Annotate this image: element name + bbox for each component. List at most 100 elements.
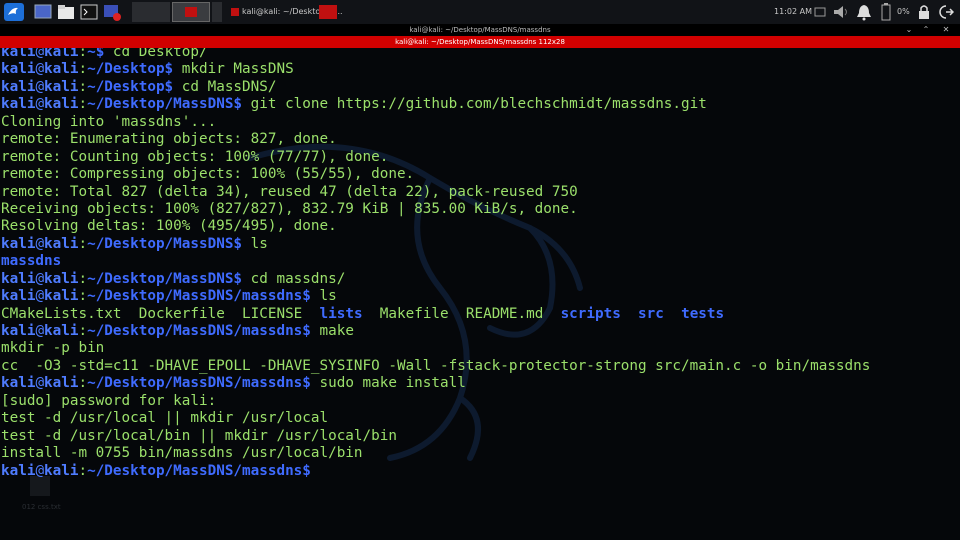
prompt-host: kali (44, 61, 79, 78)
workspace-1[interactable] (132, 2, 170, 22)
prompt-user: kali (1, 462, 36, 479)
prompt-colon: : (78, 78, 88, 95)
prompt-at: @ (35, 48, 45, 60)
ls-directory: src (638, 305, 664, 322)
output-line: install -m 0755 bin/massdns /usr/local/b… (1, 445, 870, 462)
prompt-at: @ (35, 235, 45, 252)
ls-file: Dockerfile (138, 305, 225, 322)
prompt-at: @ (35, 270, 45, 287)
prompt-user: kali (1, 235, 36, 252)
screen-icon[interactable] (813, 2, 827, 22)
ls-directory: scripts (560, 305, 621, 322)
output-text: test -d /usr/local || mkdir /usr/local (1, 410, 329, 427)
desktop-file-label: 012 css.txt (22, 503, 61, 511)
logout-icon[interactable] (938, 2, 955, 22)
output-line: Cloning into 'massdns'... (1, 114, 870, 131)
command-text: ls (242, 235, 268, 252)
kali-menu-icon[interactable] (3, 2, 25, 22)
prompt-at: @ (35, 375, 45, 392)
workspace-2[interactable] (172, 2, 210, 22)
window-title: kali@kali: ~/Desktop/MassDNS/massdns (409, 26, 551, 34)
prompt-colon: : (78, 61, 88, 78)
command-text: mkdir MassDNS (173, 61, 294, 78)
terminal[interactable]: 012 css.txt kali@kali:~$ cd Desktop/kali… (0, 48, 960, 540)
lock-icon[interactable] (917, 2, 931, 22)
prompt-colon: : (78, 270, 88, 287)
prompt-path: ~/Desktop/MassDNS/massdns$ (87, 462, 311, 479)
prompt-line: kali@kali:~/Desktop/MassDNS/massdns$ ls (1, 288, 870, 305)
prompt-at: @ (35, 96, 45, 113)
clock[interactable]: 11:02 AM (774, 0, 812, 24)
prompt-host: kali (44, 375, 79, 392)
prompt-user: kali (1, 48, 36, 60)
ls-file: LICENSE (242, 305, 303, 322)
output-line: Resolving deltas: 100% (495/495), done. (1, 218, 870, 235)
prompt-host: kali (44, 462, 79, 479)
output-line: remote: Counting objects: 100% (77/77), … (1, 149, 870, 166)
ls-file: README.md (465, 305, 544, 322)
volume-icon[interactable] (831, 2, 853, 22)
prompt-line: kali@kali:~/Desktop/MassDNS/massdns$ (1, 463, 870, 480)
output-text: [sudo] password for kali: (1, 392, 217, 409)
prompt-path: ~/Desktop/MassDNS/massdns$ (87, 288, 311, 305)
prompt-host: kali (44, 270, 79, 287)
output-text: Receiving objects: 100% (827/827), 832.7… (1, 200, 578, 217)
prompt-line: kali@kali:~$ cd Desktop/ (1, 48, 870, 61)
prompt-line: kali@kali:~/Desktop/MassDNS$ ls (1, 236, 870, 253)
ls-directory: massdns (1, 253, 62, 270)
command-text: sudo make install (310, 375, 466, 392)
prompt-host: kali (44, 288, 79, 305)
prompt-host: kali (44, 235, 79, 252)
command-text: ls (310, 288, 337, 305)
output-line: mkdir -p bin (1, 340, 870, 357)
output-text: test -d /usr/local/bin || mkdir /usr/loc… (1, 427, 397, 444)
prompt-line: kali@kali:~/Desktop$ mkdir MassDNS (1, 61, 870, 78)
output-line: test -d /usr/local || mkdir /usr/local (1, 410, 870, 427)
workspace-3[interactable] (212, 2, 222, 22)
close-button[interactable]: ✕ (940, 24, 952, 36)
ls-output-line: CMakeLists.txt Dockerfile LICENSE lists … (1, 306, 870, 323)
prompt-user: kali (1, 323, 36, 339)
terminal-output: kali@kali:~$ cd Desktop/kali@kali:~/Desk… (1, 48, 870, 480)
maximize-button[interactable]: ⌃ (920, 24, 932, 36)
output-line: remote: Compressing objects: 100% (55/55… (1, 166, 870, 183)
taskbar: kali@kali: ~/Desktop/M... 11:02 AM 0% (0, 0, 960, 25)
output-text: remote: Compressing objects: 100% (55/55… (1, 166, 415, 183)
terminal-tab-title: kali@kali: ~/Desktop/MassDNS/massdns 112… (395, 38, 565, 46)
battery-icon[interactable] (879, 2, 893, 22)
prompt-at: @ (35, 288, 45, 305)
prompt-colon: : (78, 96, 88, 113)
browser-launcher-icon[interactable] (102, 2, 122, 22)
file-manager-icon[interactable] (56, 2, 76, 22)
window-titlebar[interactable]: kali@kali: ~/Desktop/MassDNS/massdns ⌄ ⌃… (0, 24, 960, 36)
output-line: test -d /usr/local/bin || mkdir /usr/loc… (1, 428, 870, 445)
terminal-tab-bar[interactable]: kali@kali: ~/Desktop/MassDNS/massdns 112… (0, 36, 960, 48)
minimize-button[interactable]: ⌄ (903, 24, 915, 36)
command-text: cd Desktop/ (104, 48, 208, 60)
output-text: install -m 0755 bin/massdns /usr/local/b… (1, 445, 363, 462)
ls-output-line: massdns (1, 253, 870, 270)
output-text: cc -O3 -std=c11 -DHAVE_EPOLL -DHAVE_SYSI… (1, 357, 871, 374)
taskbar-terminal-task[interactable]: kali@kali: ~/Desktop/M... (228, 2, 343, 22)
output-line: Receiving objects: 100% (827/827), 832.7… (1, 201, 870, 218)
notifications-icon[interactable] (855, 2, 873, 22)
prompt-host: kali (44, 96, 79, 113)
output-text: remote: Total 827 (delta 34), reused 47 … (1, 183, 578, 200)
output-text: remote: Enumerating objects: 827, done. (1, 131, 337, 148)
terminal-launcher-icon[interactable] (79, 2, 99, 22)
prompt-path: ~/Desktop/MassDNS$ (87, 235, 243, 252)
taskbar-task-2[interactable] (318, 2, 338, 22)
prompt-user: kali (1, 270, 36, 287)
prompt-path: ~/Desktop$ (87, 78, 174, 95)
output-line: remote: Total 827 (delta 34), reused 47 … (1, 184, 870, 201)
show-desktop-icon[interactable] (33, 2, 53, 22)
prompt-line: kali@kali:~/Desktop/MassDNS/massdns$ mak… (1, 323, 870, 340)
command-text: make (310, 323, 354, 339)
prompt-line: kali@kali:~/Desktop/MassDNS$ git clone h… (1, 96, 870, 113)
output-text: Cloning into 'massdns'... (1, 113, 217, 130)
prompt-at: @ (35, 323, 45, 339)
prompt-path: ~$ (87, 48, 105, 60)
prompt-user: kali (1, 96, 36, 113)
ls-directory: tests (681, 305, 725, 322)
prompt-colon: : (78, 323, 88, 339)
